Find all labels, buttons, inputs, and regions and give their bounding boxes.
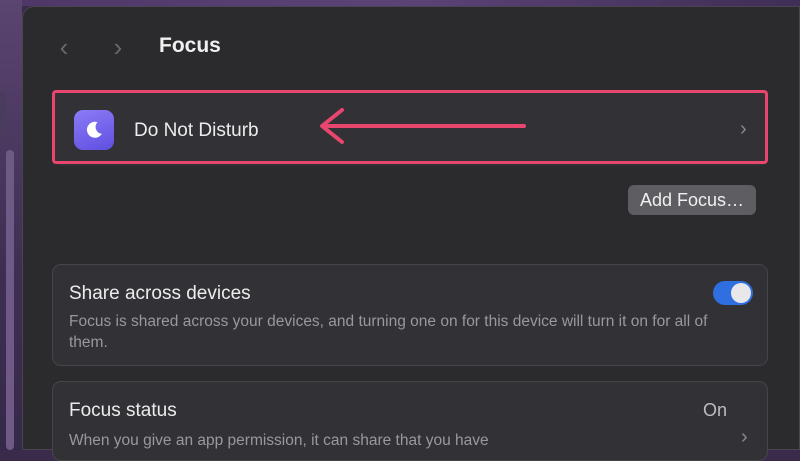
chevron-left-icon[interactable]: ‹ [52, 34, 76, 60]
add-focus-button[interactable]: Add Focus… [628, 185, 757, 215]
share-across-devices-toggle[interactable] [713, 281, 753, 305]
moon-icon [74, 110, 114, 150]
focus-status-value: On [703, 400, 728, 420]
chevron-right-icon: › [740, 118, 747, 140]
annotation-arrow [320, 108, 526, 144]
toggle-knob [731, 283, 751, 303]
sidebar-scrollbar[interactable] [6, 150, 14, 450]
focus-item-label: Do Not Disturb [134, 120, 259, 141]
focus-status-description: When you give an app permission, it can … [69, 432, 489, 449]
desktop-left-edge [0, 0, 22, 450]
focus-status-card[interactable]: Focus status On › When you give an app p… [52, 381, 768, 461]
share-across-devices-title: Share across devices [69, 283, 251, 304]
chevron-right-icon[interactable]: › [106, 34, 130, 60]
chevron-right-icon: › [741, 426, 748, 448]
settings-window: ‹ › Focus Do Not Disturb › Add Focus… Sh… [22, 6, 800, 461]
share-across-devices-description: Focus is shared across your devices, and… [69, 313, 708, 351]
navigation-buttons: ‹ › [52, 34, 130, 60]
sidebar-edge [0, 92, 6, 132]
share-across-devices-card: Share across devices Focus is shared acr… [52, 264, 768, 366]
page-title: Focus [159, 34, 221, 57]
focus-status-title: Focus status [69, 400, 177, 421]
